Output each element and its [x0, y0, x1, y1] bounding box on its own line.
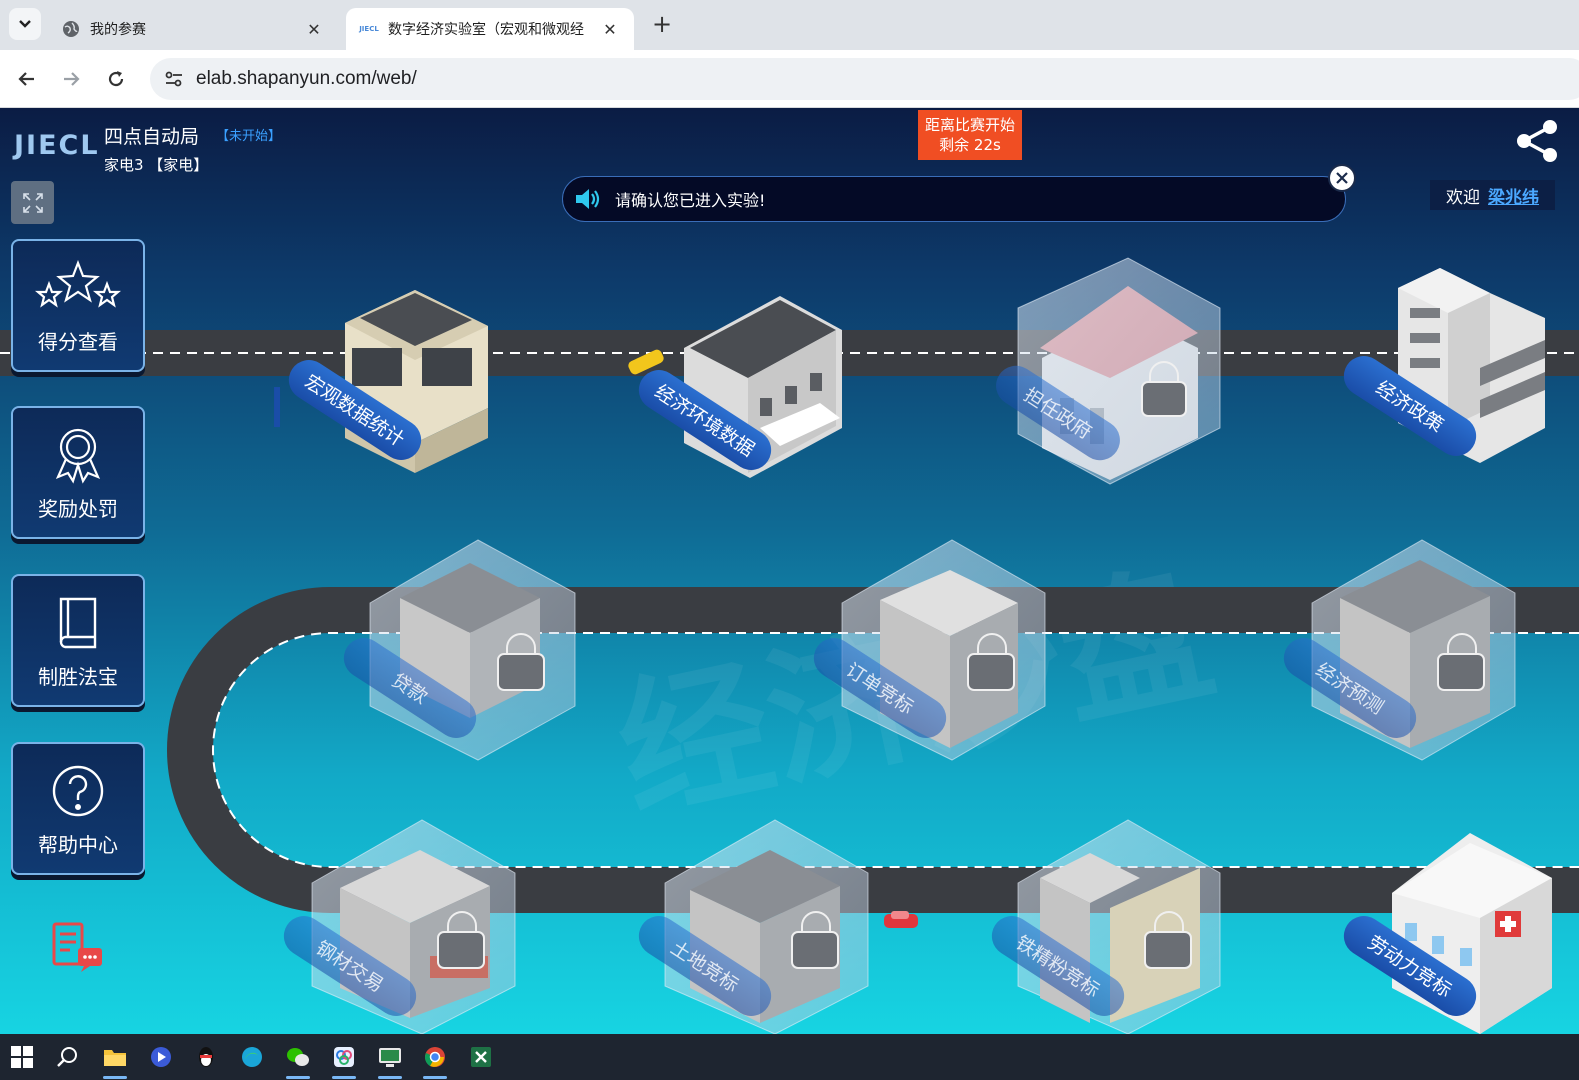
address-bar[interactable]: elab.shapanyun.com/web/: [150, 58, 1579, 100]
experiment-title: 四点自动局: [104, 126, 200, 148]
car-red: [884, 911, 918, 928]
speaker-icon: [576, 189, 600, 209]
book-icon: [35, 591, 121, 655]
qq-penguin-icon[interactable]: [190, 1041, 222, 1073]
question-circle-icon: [35, 759, 121, 823]
stars-icon: [35, 256, 121, 320]
search-icon[interactable]: [51, 1041, 83, 1073]
team-name: 家电3 【家电】: [104, 156, 209, 174]
excel-icon[interactable]: [465, 1041, 497, 1073]
welcome-user: 欢迎 梁兆纬: [1430, 180, 1555, 210]
city-map-illustration: 经济沙盘: [0, 257, 1579, 1034]
video-app-icon[interactable]: [145, 1041, 177, 1073]
countdown-label: 距离比赛开始: [924, 116, 1015, 134]
globe-icon: [62, 20, 80, 38]
site-settings-icon[interactable]: [162, 67, 186, 91]
help-center-button[interactable]: 帮助中心: [11, 742, 145, 875]
windows-start-icon[interactable]: [6, 1041, 38, 1073]
tab-digital-economy-lab[interactable]: JIECL 数字经济实验室（宏观和微观经 ✕: [346, 8, 634, 50]
welcome-label: 欢迎: [1446, 187, 1480, 208]
jiecl-favicon-icon: JIECL: [359, 25, 379, 33]
url-text: elab.shapanyun.com/web/: [196, 68, 417, 89]
wechat-icon[interactable]: [282, 1041, 314, 1079]
score-view-button[interactable]: 得分查看: [11, 239, 145, 372]
notice-bar: 请确认您已进入实验!: [562, 176, 1346, 222]
file-explorer-icon[interactable]: [99, 1041, 131, 1079]
score-view-label: 得分查看: [38, 330, 118, 354]
reward-penalty-label: 奖励处罚: [38, 497, 118, 521]
message-chat-icon[interactable]: [50, 920, 106, 976]
building-government-locked: [1017, 257, 1221, 485]
tab-list-chevron-icon[interactable]: [9, 8, 41, 40]
award-ribbon-icon: [35, 423, 121, 487]
winning-strategy-label: 制胜法宝: [38, 665, 118, 689]
back-arrow-icon[interactable]: [12, 64, 42, 94]
browser-tab-bar: 我的参赛 ✕ JIECL 数字经济实验室（宏观和微观经 ✕ +: [0, 0, 1579, 50]
windows-taskbar: [0, 1034, 1579, 1080]
reload-icon[interactable]: [101, 64, 131, 94]
reward-penalty-button[interactable]: 奖励处罚: [11, 406, 145, 539]
tab-title: 我的参赛: [90, 22, 146, 38]
tab-close-icon[interactable]: ✕: [304, 20, 324, 39]
photo-app-icon[interactable]: [328, 1041, 360, 1079]
tab-my-competitions[interactable]: 我的参赛 ✕: [48, 8, 338, 50]
countdown-badge: 距离比赛开始 剩余 22s: [918, 110, 1022, 160]
username-link[interactable]: 梁兆纬: [1488, 183, 1539, 208]
browser-toolbar: elab.shapanyun.com/web/: [0, 50, 1579, 108]
new-tab-plus-icon[interactable]: +: [648, 10, 676, 38]
notice-message: 请确认您已进入实验!: [615, 191, 766, 210]
experiment-status-badge: 【未开始】: [216, 129, 282, 144]
edge-browser-icon[interactable]: [236, 1041, 268, 1073]
help-center-label: 帮助中心: [38, 833, 118, 857]
fullscreen-icon[interactable]: [11, 181, 54, 224]
countdown-remaining: 剩余 22s: [939, 136, 1001, 154]
sandbox-map: 经济沙盘: [0, 108, 1579, 1034]
chrome-browser-icon[interactable]: [419, 1041, 451, 1079]
tab-title: 数字经济实验室（宏观和微观经: [388, 22, 584, 38]
tab-close-icon[interactable]: ✕: [600, 20, 620, 39]
notice-close-icon[interactable]: [1328, 164, 1356, 192]
app-logo: JIECL: [14, 130, 100, 161]
remote-desktop-icon[interactable]: [374, 1041, 406, 1079]
winning-strategy-button[interactable]: 制胜法宝: [11, 574, 145, 707]
forward-arrow-icon[interactable]: [56, 64, 86, 94]
share-icon[interactable]: [1514, 118, 1560, 164]
